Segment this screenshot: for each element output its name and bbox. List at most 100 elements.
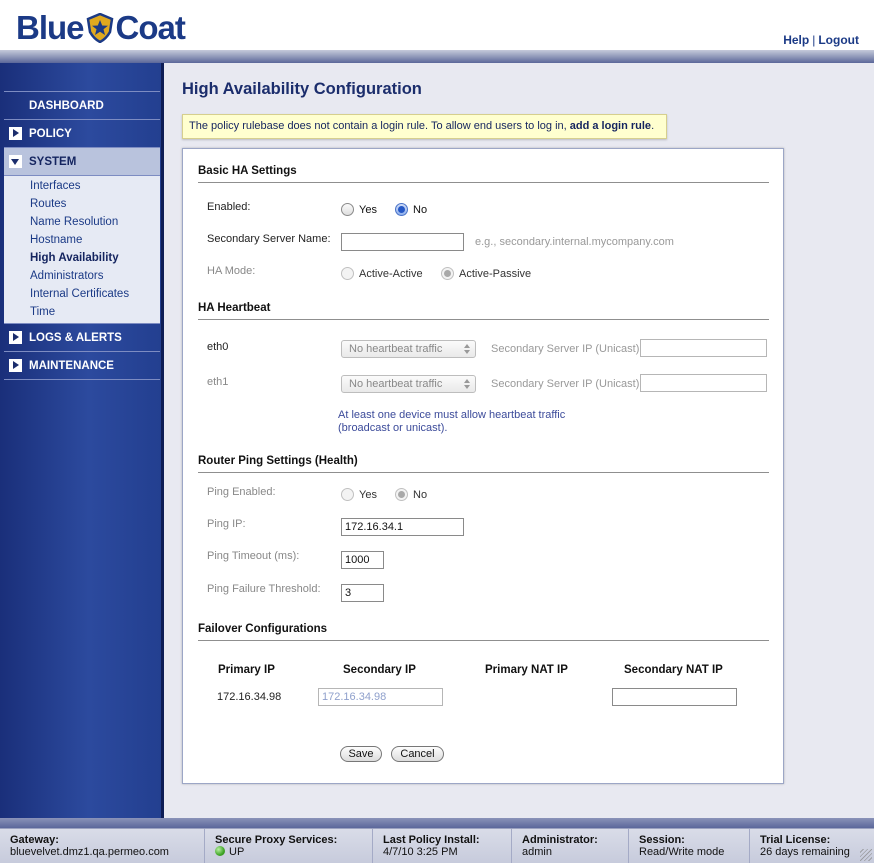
ping-enabled-label: Ping Enabled: xyxy=(207,486,276,498)
footer-stripe xyxy=(0,818,874,828)
basic-ha-title: Basic HA Settings xyxy=(198,165,297,177)
expand-arrow-icon xyxy=(9,331,22,344)
sidebar-item-high-availability[interactable]: High Availability xyxy=(4,249,160,267)
enabled-no-radio[interactable] xyxy=(395,203,408,216)
ping-enabled-no-label: No xyxy=(413,489,428,501)
session-label: Session: xyxy=(639,834,685,846)
eth0-secondary-ip-input[interactable] xyxy=(640,339,767,357)
ping-enabled-yes-label: Yes xyxy=(359,489,377,501)
expand-arrow-icon xyxy=(9,127,22,140)
proxy-label: Secure Proxy Services: xyxy=(215,834,338,846)
cancel-button[interactable]: Cancel xyxy=(391,746,444,762)
eth1-heartbeat-select[interactable]: No heartbeat traffic xyxy=(341,375,476,393)
collapse-arrow-icon xyxy=(9,155,22,168)
brand-part2: Coat xyxy=(115,9,186,46)
nav-maintenance-label: MAINTENANCE xyxy=(29,359,114,372)
brand-part1: Blue xyxy=(16,9,85,46)
nav-logs-alerts-label: LOGS & ALERTS xyxy=(29,331,122,344)
heartbeat-note: At least one device must allow heartbeat… xyxy=(338,409,565,435)
status-administrator: Administrator: admin xyxy=(511,829,628,863)
policy-install-label: Last Policy Install: xyxy=(383,834,480,846)
status-up-icon xyxy=(215,846,225,856)
section-divider xyxy=(198,182,769,183)
col-primary-nat-ip: Primary NAT IP xyxy=(485,664,568,676)
sidebar-nav: DASHBOARD POLICY SYSTEM Interfaces Route… xyxy=(4,91,160,380)
trial-license-label: Trial License: xyxy=(760,834,831,846)
eth1-select-value: No heartbeat traffic xyxy=(349,378,443,390)
mode-active-passive-label: Active-Passive xyxy=(459,268,532,280)
sidebar-item-hostname[interactable]: Hostname xyxy=(4,231,160,249)
ping-ip-input[interactable]: 172.16.34.1 xyxy=(341,518,464,536)
ping-timeout-input[interactable]: 1000 xyxy=(341,551,384,569)
heartbeat-note-line2: (broadcast or unicast). xyxy=(338,422,448,434)
enabled-yes-radio[interactable] xyxy=(341,203,354,216)
status-proxy: Secure Proxy Services: UP xyxy=(204,829,372,863)
nav-dashboard[interactable]: DASHBOARD xyxy=(4,92,160,120)
header-stripe xyxy=(0,50,874,63)
eth0-select-value: No heartbeat traffic xyxy=(349,343,443,355)
select-arrows-icon xyxy=(464,343,471,355)
ping-threshold-label: Ping Failure Threshold: xyxy=(207,583,321,595)
bluecoat-logo[interactable]: Blue Coat xyxy=(16,8,186,48)
ping-timeout-label: Ping Timeout (ms): xyxy=(207,550,300,562)
ping-enabled-yes-radio[interactable] xyxy=(341,488,354,501)
ping-threshold-input[interactable]: 3 xyxy=(341,584,384,602)
session-value: Read/Write mode xyxy=(639,846,725,858)
mode-active-active-label: Active-Active xyxy=(359,268,423,280)
proxy-status: UP xyxy=(215,846,372,859)
select-arrows-icon xyxy=(464,378,471,390)
mode-active-active-radio[interactable] xyxy=(341,267,354,280)
ha-mode-label: HA Mode: xyxy=(207,265,256,277)
administrator-label: Administrator: xyxy=(522,834,598,846)
status-bar: Gateway: bluevelvet.dmz1.qa.permeo.com S… xyxy=(0,828,874,863)
trial-license-value: 26 days remaining xyxy=(760,846,850,858)
status-session: Session: Read/Write mode xyxy=(628,829,749,863)
gateway-label: Gateway: xyxy=(10,834,59,846)
section-divider xyxy=(198,319,769,320)
shield-star-icon xyxy=(86,13,113,43)
save-button[interactable]: Save xyxy=(340,746,382,762)
col-primary-ip: Primary IP xyxy=(218,664,275,676)
resize-grip-icon[interactable] xyxy=(860,849,872,861)
nav-logs-alerts[interactable]: LOGS & ALERTS xyxy=(4,324,160,352)
proxy-value: UP xyxy=(229,846,245,858)
eth1-secondary-ip-input[interactable] xyxy=(640,374,767,392)
eth0-heartbeat-select[interactable]: No heartbeat traffic xyxy=(341,340,476,358)
failover-title: Failover Configurations xyxy=(198,623,328,635)
ha-heartbeat-title: HA Heartbeat xyxy=(198,302,271,314)
sidebar-item-routes[interactable]: Routes xyxy=(4,195,160,213)
sidebar-item-name-resolution[interactable]: Name Resolution xyxy=(4,213,160,231)
help-link[interactable]: Help xyxy=(783,33,809,47)
secondary-server-input[interactable] xyxy=(341,233,464,251)
sidebar-item-internal-certificates[interactable]: Internal Certificates xyxy=(4,285,160,303)
eth0-label: eth0 xyxy=(207,341,229,353)
secondary-nat-ip-input[interactable] xyxy=(612,688,737,706)
router-ping-title: Router Ping Settings (Health) xyxy=(198,455,358,467)
notice-end: . xyxy=(651,120,655,132)
enabled-no-label: No xyxy=(413,204,428,216)
enabled-label: Enabled: xyxy=(207,201,251,213)
mode-active-passive-radio[interactable] xyxy=(441,267,454,280)
logout-link[interactable]: Logout xyxy=(818,33,859,47)
status-policy-install: Last Policy Install: 4/7/10 3:25 PM xyxy=(372,829,511,863)
sidebar-item-administrators[interactable]: Administrators xyxy=(4,267,160,285)
status-trial-license: Trial License: 26 days remaining xyxy=(749,829,874,863)
col-secondary-ip: Secondary IP xyxy=(343,664,416,676)
nav-maintenance[interactable]: MAINTENANCE xyxy=(4,352,160,380)
link-separator: | xyxy=(812,33,816,47)
nav-system[interactable]: SYSTEM xyxy=(4,148,160,176)
section-divider xyxy=(198,640,769,641)
sidebar: DASHBOARD POLICY SYSTEM Interfaces Route… xyxy=(0,63,164,818)
expand-arrow-icon xyxy=(9,359,22,372)
nav-policy[interactable]: POLICY xyxy=(4,120,160,148)
eth1-label: eth1 xyxy=(207,376,229,388)
ping-ip-label: Ping IP: xyxy=(207,518,246,530)
sidebar-item-interfaces[interactable]: Interfaces xyxy=(4,177,160,195)
sidebar-item-time[interactable]: Time xyxy=(4,303,160,321)
gateway-value: bluevelvet.dmz1.qa.permeo.com xyxy=(10,846,169,858)
ping-enabled-no-radio[interactable] xyxy=(395,488,408,501)
header: Blue Coat Help | Logout xyxy=(0,0,874,56)
secondary-ip-input[interactable]: 172.16.34.98 xyxy=(318,688,443,706)
add-login-rule-link[interactable]: add a login rule xyxy=(570,120,651,132)
eth1-secondary-ip-label: Secondary Server IP (Unicast) xyxy=(491,378,640,390)
